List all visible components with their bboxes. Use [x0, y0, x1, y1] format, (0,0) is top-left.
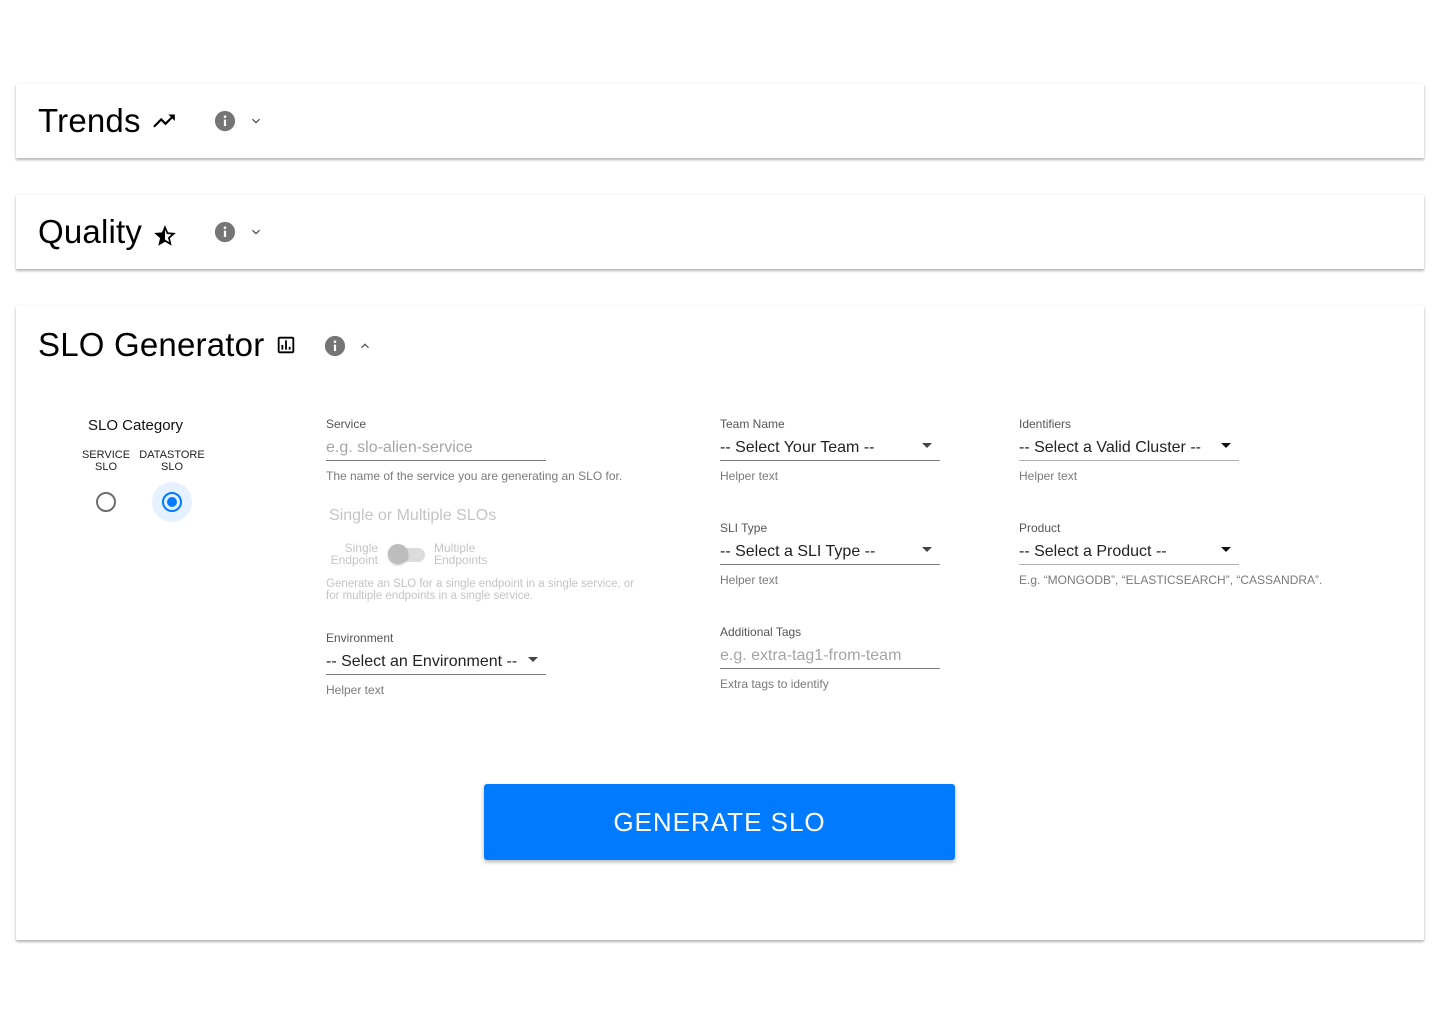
caret-down-icon	[1221, 547, 1231, 552]
trends-card: Trends	[16, 84, 1424, 158]
environment-field: Environment -- Select an Environment -- …	[326, 631, 546, 697]
environment-label: Environment	[326, 631, 394, 645]
star-half-icon	[152, 223, 178, 249]
multiple-endpoints-label: Multiple Endpoints	[434, 541, 488, 567]
product-select-value: -- Select a Product --	[1019, 543, 1167, 560]
single-multiple-label: Single or Multiple SLOs	[329, 507, 497, 524]
info-icon[interactable]	[214, 221, 236, 243]
datastore-slo-radio[interactable]	[162, 492, 182, 512]
environment-select-value: -- Select an Environment --	[326, 653, 518, 670]
quality-card: Quality	[16, 195, 1424, 269]
caret-down-icon	[922, 443, 932, 448]
slo-generator-header[interactable]: SLO Generator	[38, 306, 297, 384]
info-icon[interactable]	[214, 110, 236, 132]
identifiers-label: Identifiers	[1019, 417, 1072, 431]
additional-tags-helper: Extra tags to identify	[720, 677, 829, 691]
chevron-down-icon[interactable]	[248, 224, 264, 240]
service-helper: The name of the service you are generati…	[326, 469, 623, 483]
team-name-select-value: -- Select Your Team --	[720, 439, 875, 456]
sli-type-select[interactable]: -- Select a SLI Type --	[720, 541, 940, 565]
product-select[interactable]: -- Select a Product --	[1019, 541, 1239, 565]
service-input[interactable]: e.g. slo-alien-service	[326, 437, 546, 461]
identifiers-select-value: -- Select a Valid Cluster --	[1019, 439, 1201, 456]
caret-down-icon	[528, 657, 538, 662]
slo-generator-title: SLO Generator	[38, 326, 265, 363]
sli-type-field: SLI Type -- Select a SLI Type -- Helper …	[720, 521, 940, 587]
environment-select[interactable]: -- Select an Environment --	[326, 651, 546, 675]
environment-helper: Helper text	[326, 683, 385, 697]
product-label: Product	[1019, 521, 1061, 535]
identifiers-field: Identifiers -- Select a Valid Cluster --…	[1019, 417, 1239, 483]
single-multiple-helper: Generate an SLO for a single endpoint in…	[326, 578, 635, 602]
team-name-helper: Helper text	[720, 469, 779, 483]
team-name-select[interactable]: -- Select Your Team --	[720, 437, 940, 461]
caret-down-icon	[1221, 443, 1231, 448]
identifiers-select[interactable]: -- Select a Valid Cluster --	[1019, 437, 1239, 461]
product-field: Product -- Select a Product -- E.g. “MON…	[1019, 521, 1322, 587]
toggle-thumb	[388, 544, 408, 564]
datastore-slo-label: DATASTORE SLO	[139, 449, 205, 473]
slo-generator-card: SLO Generator SLO Category SERVICE SLO D…	[16, 306, 1424, 940]
team-name-label: Team Name	[720, 417, 785, 431]
slo-category-label: SLO Category	[88, 417, 184, 434]
sli-type-select-value: -- Select a SLI Type --	[720, 543, 876, 560]
trends-title: Trends	[38, 102, 141, 139]
chart-box-icon	[275, 334, 297, 356]
sli-type-helper: Helper text	[720, 573, 779, 587]
product-helper: E.g. “MONGODB”, “ELASTICSEARCH”, “CASSAN…	[1019, 573, 1323, 587]
service-slo-label: SERVICE SLO	[81, 449, 131, 473]
single-endpoint-label: Single Endpoint	[330, 541, 378, 567]
team-name-field: Team Name -- Select Your Team -- Helper …	[720, 417, 940, 483]
quality-title: Quality	[38, 213, 143, 250]
chevron-down-icon[interactable]	[248, 113, 264, 129]
trending-up-icon	[151, 108, 177, 134]
additional-tags-input[interactable]: e.g. extra-tag1-from-team	[720, 645, 940, 669]
additional-tags-label: Additional Tags	[720, 625, 802, 639]
identifiers-helper: Helper text	[1019, 469, 1078, 483]
chevron-up-icon[interactable]	[357, 338, 373, 354]
quality-header[interactable]: Quality	[38, 195, 178, 269]
sli-type-label: SLI Type	[720, 521, 768, 535]
service-field: Service e.g. slo-alien-service The name …	[326, 417, 622, 483]
service-slo-radio[interactable]	[96, 492, 116, 512]
additional-tags-field: Additional Tags e.g. extra-tag1-from-tea…	[720, 625, 940, 691]
service-label: Service	[326, 417, 367, 431]
info-icon[interactable]	[324, 335, 346, 357]
caret-down-icon	[922, 547, 932, 552]
trends-header[interactable]: Trends	[38, 84, 177, 158]
generate-slo-button[interactable]: GENERATE SLO	[484, 784, 955, 860]
